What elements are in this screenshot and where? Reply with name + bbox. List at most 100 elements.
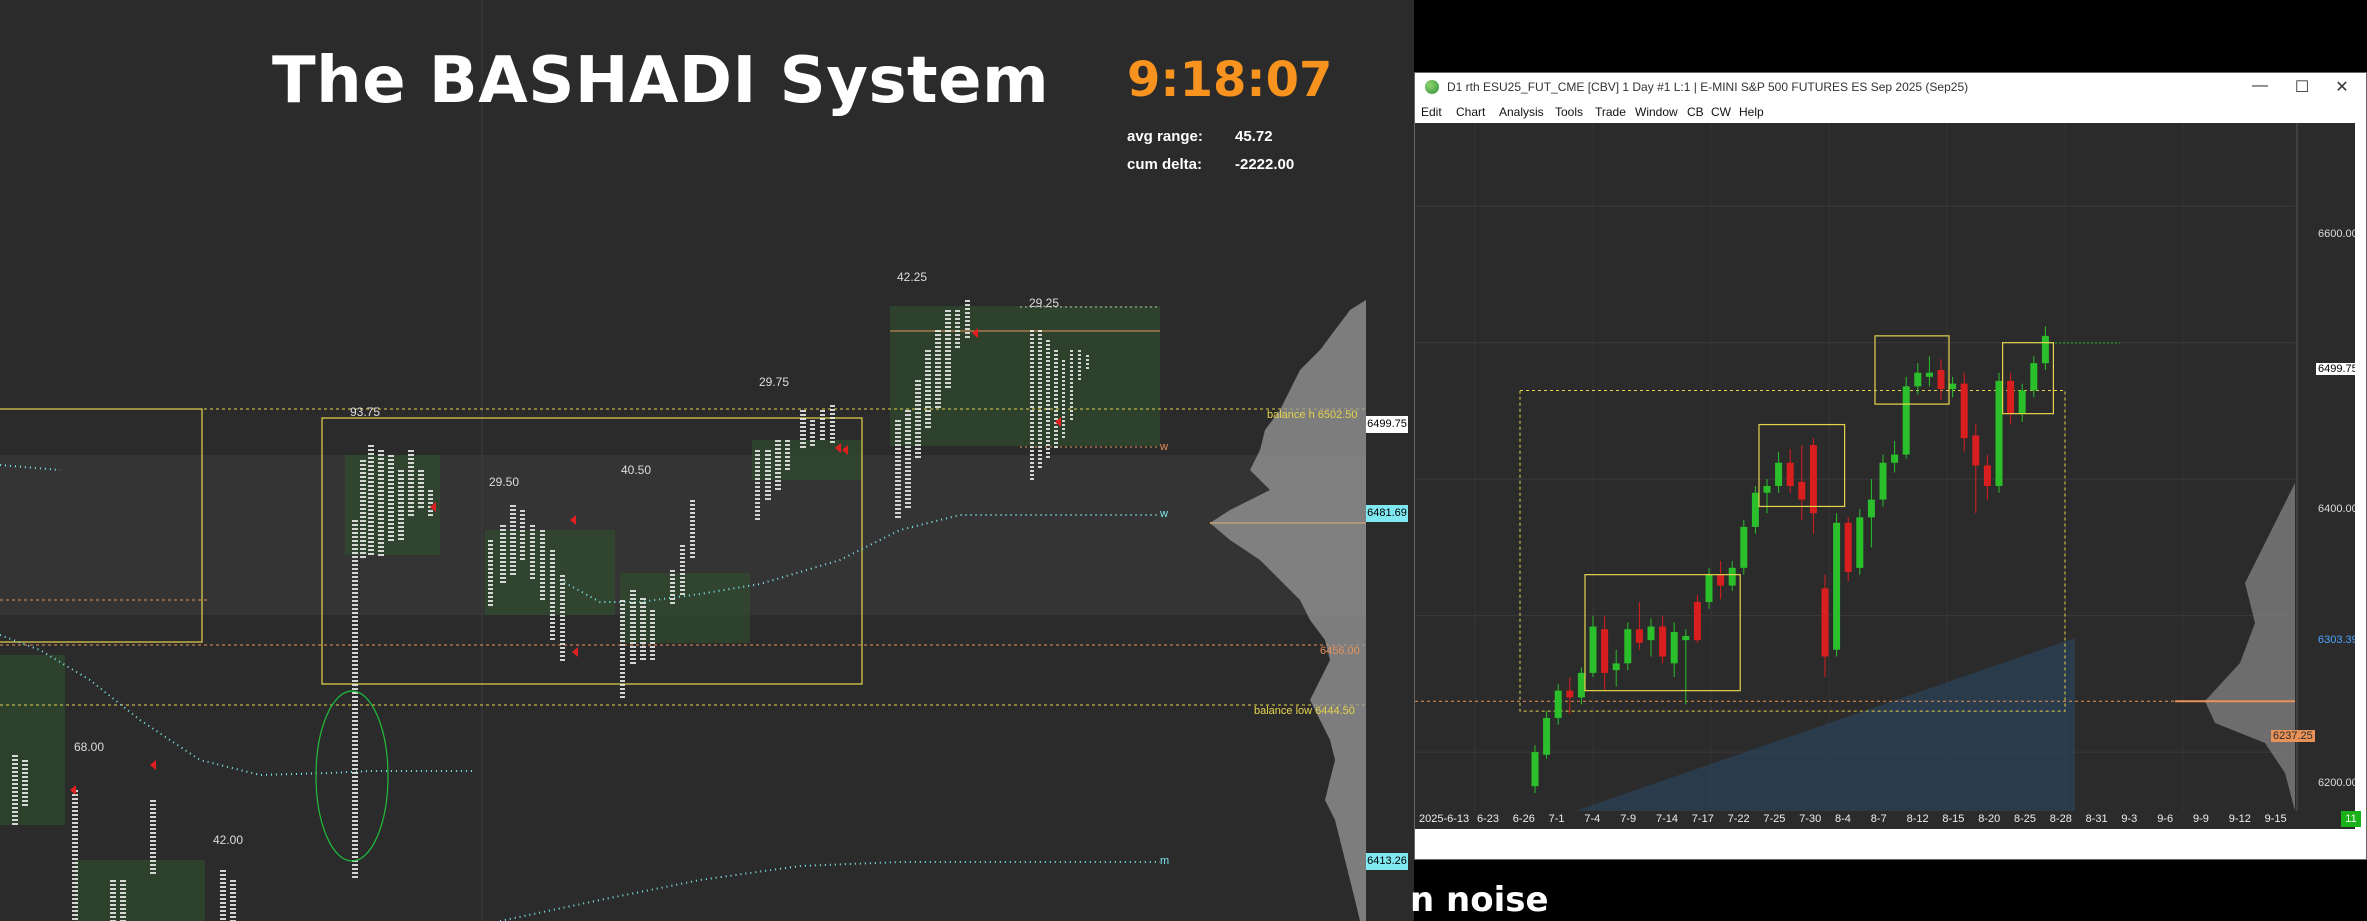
footprint-cell bbox=[690, 520, 695, 522]
footprint-cell bbox=[955, 338, 960, 340]
close-button[interactable]: ✕ bbox=[2327, 77, 2357, 97]
footprint-cell bbox=[352, 776, 358, 778]
date-axis-label: 9-9 bbox=[2191, 811, 2211, 827]
footprint-cell bbox=[755, 490, 760, 492]
footprint-cell bbox=[755, 478, 760, 480]
menu-help[interactable]: Help bbox=[1739, 105, 1764, 119]
footprint-cell bbox=[925, 390, 931, 392]
footprint-cell bbox=[935, 334, 941, 336]
menu-cw[interactable]: CW bbox=[1711, 105, 1731, 119]
minimize-button[interactable]: — bbox=[2245, 77, 2275, 95]
footprint-cell bbox=[680, 553, 685, 555]
footprint-cell bbox=[1046, 424, 1050, 426]
footprint-cell bbox=[120, 892, 126, 894]
footprint-cell bbox=[520, 526, 525, 528]
footprint-cell bbox=[1062, 424, 1065, 426]
footprint-cell bbox=[1054, 430, 1058, 432]
footprint-cell bbox=[540, 574, 545, 576]
footprint-cell bbox=[408, 462, 414, 464]
footprint-cell bbox=[620, 600, 625, 602]
daily-candlestick-chart[interactable]: 6600.00 6499.75 6400.00 6303.39 6237.25 … bbox=[1415, 123, 2355, 811]
maximize-button[interactable]: ☐ bbox=[2287, 77, 2317, 97]
candle-body bbox=[1960, 383, 1968, 439]
footprint-cell bbox=[418, 502, 424, 504]
footprint-cell bbox=[352, 552, 358, 554]
footprint-cell bbox=[680, 593, 685, 595]
footprint-cell bbox=[110, 908, 116, 910]
menu-tools[interactable]: Tools bbox=[1555, 105, 1583, 119]
menu-trade[interactable]: Trade bbox=[1595, 105, 1626, 119]
candlestick-plot[interactable] bbox=[1415, 123, 2355, 811]
window-titlebar[interactable]: D1 rth ESU25_FUT_CME [CBV] 1 Day #1 L:1 … bbox=[1415, 73, 2366, 101]
footprint-cell bbox=[755, 462, 760, 464]
footprint-cell bbox=[500, 569, 506, 571]
footprint-cell bbox=[915, 440, 921, 442]
footprint-cell bbox=[925, 414, 931, 416]
footprint-cell bbox=[680, 549, 685, 551]
footprint-cell bbox=[510, 545, 516, 547]
footprint-cell bbox=[785, 460, 790, 462]
menu-analysis[interactable]: Analysis bbox=[1499, 105, 1544, 119]
footprint-cell bbox=[352, 684, 358, 686]
footprint-cell bbox=[388, 519, 394, 521]
footprint-cell bbox=[895, 492, 901, 494]
footprint-cell bbox=[765, 494, 771, 496]
footprint-cell bbox=[408, 502, 414, 504]
footprint-cell bbox=[620, 660, 625, 662]
footprint-cell bbox=[1062, 392, 1065, 394]
footprint-cell bbox=[398, 514, 404, 516]
footprint-cell bbox=[352, 676, 358, 678]
footprint-cell bbox=[352, 568, 358, 570]
footprint-cell bbox=[895, 424, 901, 426]
footprint-cell bbox=[905, 426, 911, 428]
footprint-cell bbox=[945, 334, 951, 336]
footprint-cell bbox=[945, 322, 951, 324]
footprint-cell bbox=[1046, 392, 1050, 394]
menu-cb[interactable]: CB bbox=[1687, 105, 1704, 119]
footprint-cell bbox=[230, 912, 236, 914]
footprint-cell bbox=[510, 525, 516, 527]
footprint-cell bbox=[360, 488, 366, 490]
footprint-cell bbox=[955, 334, 960, 336]
footprint-cell bbox=[12, 811, 18, 813]
footprint-cell bbox=[800, 442, 806, 444]
candle-body bbox=[1543, 717, 1551, 755]
main-chart-panel[interactable]: The BASHADI System 9:18:07 avg range: 45… bbox=[0, 0, 1366, 921]
menu-edit[interactable]: Edit bbox=[1421, 105, 1442, 119]
footprint-cell bbox=[352, 848, 358, 850]
footprint-cell bbox=[368, 513, 374, 515]
footprint-cell bbox=[352, 680, 358, 682]
footprint-cell bbox=[1062, 396, 1065, 398]
footprint-cell bbox=[530, 569, 535, 571]
footprint-cell bbox=[500, 565, 506, 567]
footprint-cell bbox=[775, 476, 781, 478]
footprint-cell bbox=[220, 898, 226, 900]
footprint-cell bbox=[72, 890, 78, 892]
footprint-cell bbox=[360, 496, 366, 498]
footprint-cell bbox=[905, 438, 911, 440]
footprint-cell bbox=[530, 557, 535, 559]
footprint-cell bbox=[378, 462, 384, 464]
footprint-cell bbox=[1046, 368, 1050, 370]
footprint-cell bbox=[630, 626, 636, 628]
menu-window[interactable]: Window bbox=[1635, 105, 1678, 119]
footprint-cell bbox=[1054, 426, 1058, 428]
footprint-cell bbox=[1030, 358, 1034, 360]
footprint-cell bbox=[12, 771, 18, 773]
footprint-cell bbox=[388, 459, 394, 461]
footprint-cell bbox=[680, 581, 685, 583]
footprint-cell bbox=[230, 904, 236, 906]
menu-chart[interactable]: Chart bbox=[1456, 105, 1485, 119]
daily-chart-window[interactable]: D1 rth ESU25_FUT_CME [CBV] 1 Day #1 L:1 … bbox=[1414, 72, 2367, 860]
footprint-cell bbox=[352, 580, 358, 582]
footprint-cell bbox=[352, 596, 358, 598]
footprint-cell bbox=[820, 426, 825, 428]
footprint-cell bbox=[352, 636, 358, 638]
footprint-cell bbox=[560, 611, 565, 613]
footprint-cell bbox=[1046, 444, 1050, 446]
footprint-cell bbox=[1030, 342, 1034, 344]
footprint-cell bbox=[1062, 404, 1065, 406]
footprint-cell bbox=[360, 556, 366, 558]
footprint-cell bbox=[388, 479, 394, 481]
footprint-cell bbox=[955, 310, 960, 312]
